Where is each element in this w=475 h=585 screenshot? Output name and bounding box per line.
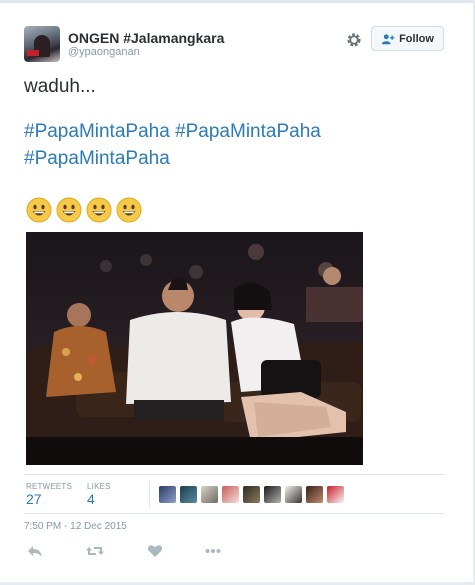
liker-avatar[interactable] xyxy=(201,486,218,503)
follow-label: Follow xyxy=(399,32,434,45)
liker-avatar[interactable] xyxy=(264,486,281,503)
tweet-photo[interactable] xyxy=(26,232,363,465)
grinning-face-emoji xyxy=(26,197,52,223)
hashtag-link[interactable]: #PapaMintaPaha xyxy=(175,121,321,142)
grinning-face-emoji xyxy=(116,197,142,223)
tweet-actions xyxy=(24,544,244,560)
person-plus-icon xyxy=(381,33,395,44)
tweet-stats: RETWEETS 27 LIKES 4 xyxy=(24,474,445,514)
hashtag-line: #PapaMintaPaha #PapaMintaPaha xyxy=(24,118,444,145)
user-avatar[interactable] xyxy=(24,26,60,62)
more-icon[interactable] xyxy=(205,544,221,558)
likes-label: LIKES xyxy=(87,482,111,491)
liker-avatar[interactable] xyxy=(222,486,239,503)
hashtag-link[interactable]: #PapaMintaPaha xyxy=(24,121,170,142)
retweets-label: RETWEETS xyxy=(26,482,73,491)
tweet-timestamp[interactable]: 7:50 PM - 12 Dec 2015 xyxy=(24,521,127,532)
grinning-face-emoji xyxy=(86,197,112,223)
liker-avatar[interactable] xyxy=(285,486,302,503)
likes-count[interactable]: 4 xyxy=(87,491,95,507)
liker-avatar[interactable] xyxy=(159,486,176,503)
liker-avatar[interactable] xyxy=(306,486,323,503)
display-name[interactable]: ONGEN #Jalamangkara xyxy=(68,30,224,46)
liker-avatar[interactable] xyxy=(180,486,197,503)
emoji-row xyxy=(26,197,142,223)
liker-avatar[interactable] xyxy=(327,486,344,503)
gear-icon[interactable] xyxy=(345,31,363,49)
user-handle[interactable]: @ypaonganan xyxy=(68,46,140,58)
like-icon[interactable] xyxy=(147,544,163,558)
liker-avatar[interactable] xyxy=(243,486,260,503)
retweet-icon[interactable] xyxy=(86,544,104,558)
stats-divider xyxy=(149,481,150,508)
tweet-line: waduh... xyxy=(24,76,96,97)
tweet-header: ONGEN #Jalamangkara @ypaonganan Follow xyxy=(24,26,454,66)
hashtag-line: #PapaMintaPaha xyxy=(24,145,444,172)
avatar-accent xyxy=(27,50,39,56)
retweets-count[interactable]: 27 xyxy=(26,491,42,507)
tweet-text: waduh... #PapaMintaPaha #PapaMintaPaha #… xyxy=(24,73,444,172)
likers-avatars xyxy=(159,486,344,503)
top-border xyxy=(0,0,475,3)
hashtag-link[interactable]: #PapaMintaPaha xyxy=(24,148,170,169)
follow-button[interactable]: Follow xyxy=(371,26,444,51)
grinning-face-emoji xyxy=(56,197,82,223)
photo-scene xyxy=(26,232,363,465)
reply-icon[interactable] xyxy=(27,544,43,558)
